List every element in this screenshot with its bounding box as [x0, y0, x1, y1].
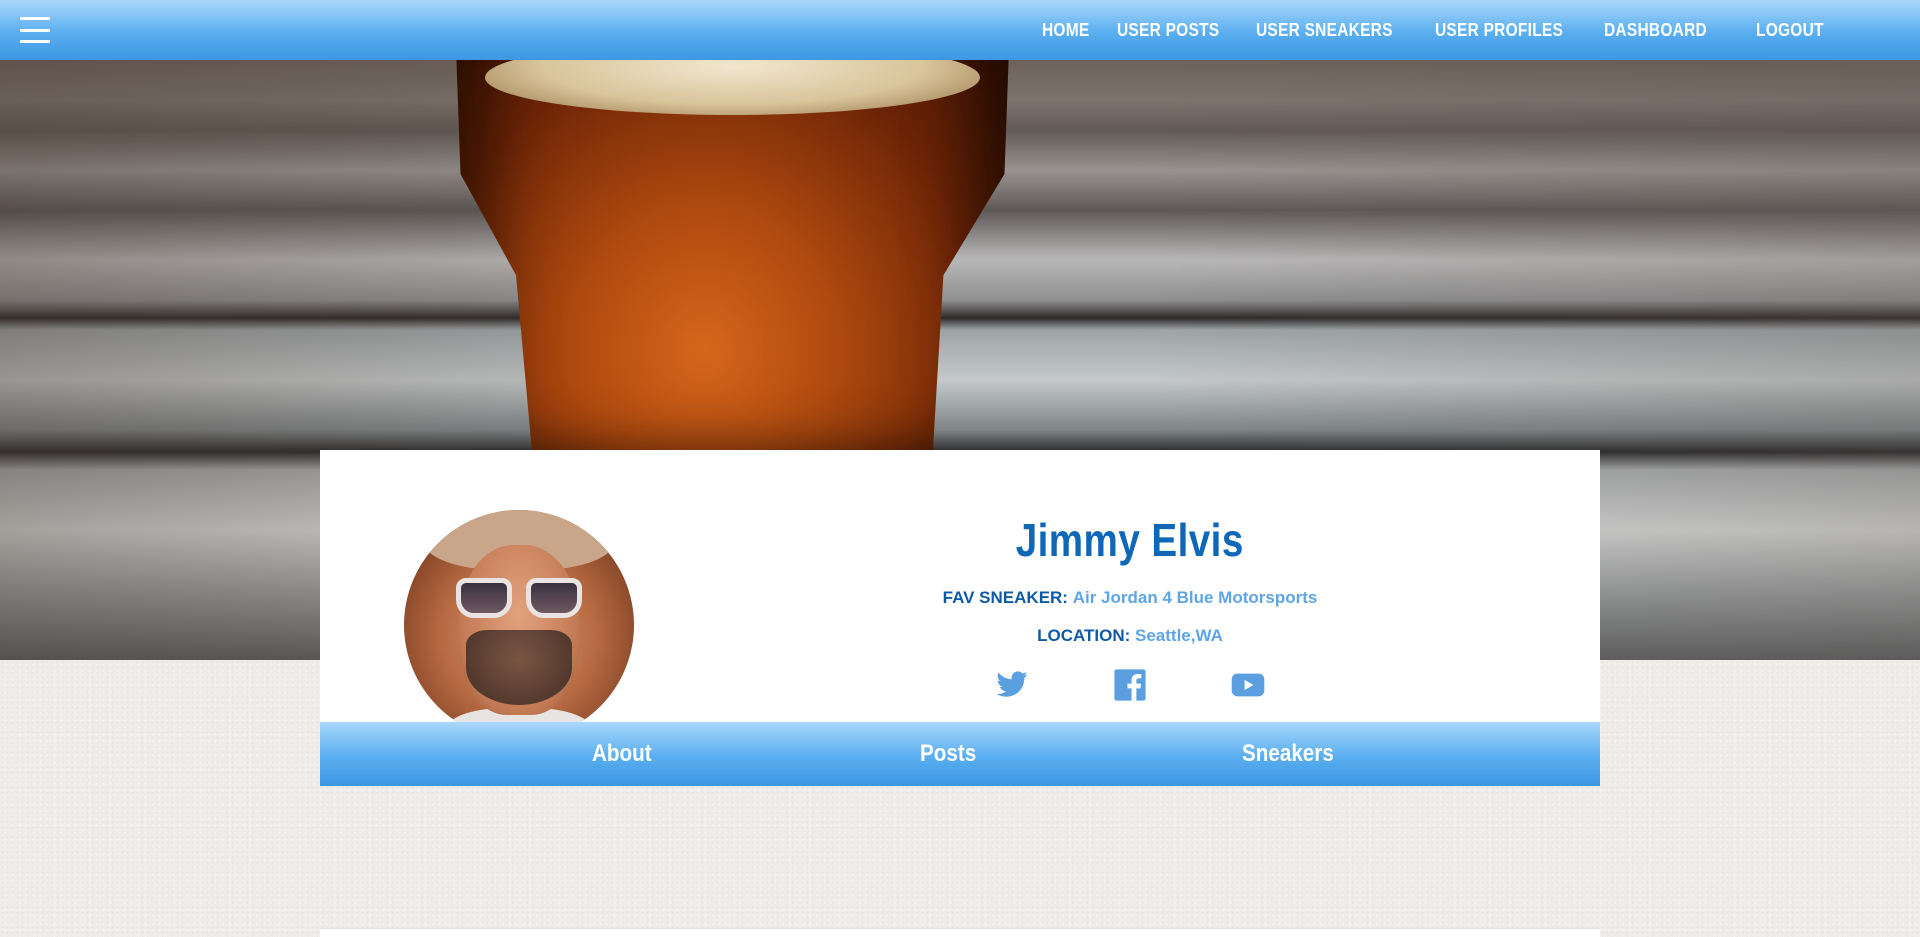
social-links: [880, 668, 1380, 702]
profile-card: Jimmy Elvis FAV SNEAKER: Air Jordan 4 Bl…: [320, 450, 1600, 786]
facebook-icon[interactable]: [1112, 668, 1148, 702]
youtube-icon[interactable]: [1230, 668, 1266, 702]
profile-name: Jimmy Elvis: [1015, 514, 1245, 566]
fav-sneaker-value: Air Jordan 4 Blue Motorsports: [1072, 588, 1318, 607]
hamburger-menu-icon[interactable]: [20, 17, 50, 43]
nav-link-user-profiles[interactable]: USER PROFILES: [1435, 20, 1563, 41]
nav-link-user-posts[interactable]: USER POSTS: [1117, 20, 1219, 41]
tab-sneakers[interactable]: Sneakers: [1242, 722, 1334, 786]
tab-posts[interactable]: Posts: [920, 722, 976, 786]
avatar: [404, 510, 634, 740]
nav-link-dashboard[interactable]: DASHBOARD: [1604, 20, 1707, 41]
tab-about[interactable]: About: [592, 722, 652, 786]
fav-sneaker-label: FAV SNEAKER:: [942, 588, 1068, 607]
nav-link-user-sneakers[interactable]: USER SNEAKERS: [1256, 20, 1393, 41]
content-card: [320, 928, 1600, 937]
nav-link-home[interactable]: HOME: [1042, 20, 1089, 41]
profile-info: Jimmy Elvis FAV SNEAKER: Air Jordan 4 Bl…: [880, 512, 1380, 702]
location-row: LOCATION: Seattle,WA: [880, 624, 1380, 648]
nav-link-logout[interactable]: LOGOUT: [1756, 20, 1824, 41]
beer-glass-image: [455, 60, 1010, 460]
main-nav: HOME USER POSTS USER SNEAKERS USER PROFI…: [1042, 0, 1855, 60]
profile-tabs: About Posts Sneakers: [320, 722, 1600, 786]
twitter-icon[interactable]: [994, 668, 1030, 702]
location-label: LOCATION:: [1037, 626, 1131, 645]
top-navbar: HOME USER POSTS USER SNEAKERS USER PROFI…: [0, 0, 1920, 60]
fav-sneaker-row: FAV SNEAKER: Air Jordan 4 Blue Motorspor…: [880, 586, 1380, 610]
location-value: Seattle,WA: [1135, 626, 1223, 645]
